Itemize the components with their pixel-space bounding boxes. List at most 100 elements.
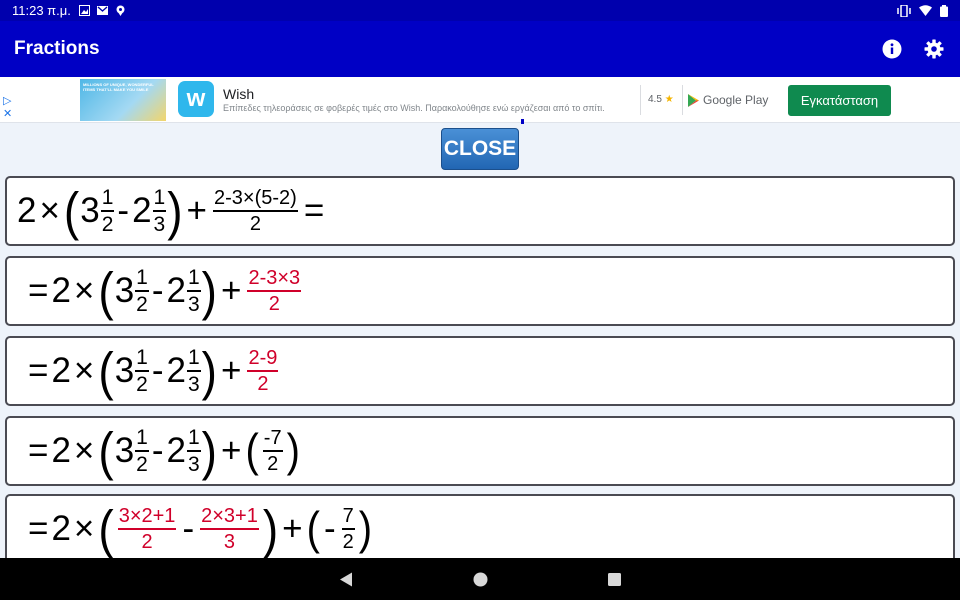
minus-sign: - [117, 191, 130, 230]
home-button[interactable] [472, 571, 488, 587]
wifi-icon [919, 5, 932, 16]
denominator: 2 [257, 373, 269, 395]
open-paren: ( [98, 261, 114, 321]
fraction: 13 [186, 346, 201, 396]
ad-banner[interactable]: ▷ ✕ MILLIONS OF UNIQUE, WONDERFUL ITEMS … [0, 77, 960, 124]
location-notification-icon [116, 5, 125, 16]
times-sign: × [39, 191, 60, 230]
number: 2 [51, 509, 71, 548]
close-paren: ) [201, 261, 217, 321]
solution-step: = 2 × ( 3 12 - 2 13 ) + 2-9 2 [5, 336, 955, 406]
mixed-number: 2 13 [167, 267, 201, 315]
recents-button[interactable] [606, 571, 622, 587]
whole-part: 3 [114, 351, 135, 390]
numerator: 1 [187, 426, 200, 449]
plus-sign: + [186, 191, 207, 230]
equals-sign: = [28, 431, 49, 470]
step-expression: 2 × ( 3 12 - 2 13 ) + 2-3×(5-2) 2 = [17, 178, 327, 244]
fraction: 13 [152, 187, 167, 236]
solution-step: = 2 × ( 3×2+1 2 - 2×3+1 3 ) + ( - 72 ) [5, 494, 955, 564]
home-icon [473, 572, 487, 586]
denominator: 2 [141, 531, 153, 553]
mixed-number: 2 13 [167, 347, 201, 395]
fraction: 13 [186, 266, 201, 315]
install-button[interactable]: Εγκατάσταση [788, 85, 891, 116]
numerator: 1 [136, 266, 148, 289]
denominator: 3 [153, 213, 166, 236]
recents-icon [607, 572, 621, 586]
plus-sign: + [221, 271, 242, 310]
close-button[interactable]: CLOSE [441, 128, 519, 170]
numerator: 1 [187, 266, 200, 289]
ad-banner-text: MILLIONS OF UNIQUE, WONDERFUL ITEMS THAT… [83, 82, 154, 92]
google-play-label: Google Play [703, 93, 769, 107]
minus-sign: - [323, 509, 336, 548]
mixed-number: 3 12 [115, 427, 149, 475]
solution-step: = 2 × ( 3 12 - 2 13 ) + ( -7 2 ) [5, 416, 955, 486]
fraction: 13 [186, 426, 201, 476]
mixed-number: 2 13 [167, 427, 201, 475]
settings-button[interactable] [922, 37, 946, 61]
close-paren: ) [286, 425, 300, 476]
number: 2 [51, 431, 71, 470]
number: 2 [51, 351, 71, 390]
denominator: 2 [267, 453, 279, 475]
gmail-notification-icon [96, 6, 108, 15]
minus-sign: - [182, 509, 195, 548]
ad-close-icon[interactable]: ✕ [3, 108, 15, 121]
whole-part: 3 [114, 271, 135, 310]
numerator: 7 [342, 505, 354, 527]
number: 2 [17, 191, 37, 230]
step-expression: = 2 × ( 3 12 - 2 13 ) + 2-3×3 2 [25, 258, 304, 324]
ad-app-name[interactable]: Wish [223, 86, 254, 102]
minus-sign: - [151, 271, 164, 310]
close-paren: ) [358, 503, 373, 554]
fraction: 12 [135, 267, 149, 315]
adchoices-glyph: ▷ [3, 95, 12, 107]
whole-part: 2 [166, 271, 186, 310]
equals-sign: = [303, 191, 325, 230]
highlighted-fraction: 3×2+1 2 [117, 506, 177, 553]
numerator: 2×3+1 [201, 505, 258, 527]
app-actions [880, 37, 946, 61]
mixed-number: 3 12 [115, 347, 149, 395]
fraction: 72 [341, 505, 355, 553]
info-button[interactable] [880, 37, 904, 61]
wish-logo[interactable]: w [178, 81, 214, 117]
app-bar: Fractions [0, 21, 960, 77]
close-paren: ) [201, 341, 217, 401]
mixed-number: 3 12 [80, 187, 115, 236]
mixed-number: 2 13 [132, 187, 167, 236]
whole-part: 3 [80, 191, 100, 230]
app-title: Fractions [14, 38, 100, 59]
status-bar: 11:23 π.μ. [0, 0, 960, 21]
back-button[interactable] [338, 571, 354, 587]
status-time: 11:23 π.μ. [12, 3, 71, 18]
whole-part: 2 [166, 431, 186, 470]
numerator: 1 [136, 426, 148, 449]
times-sign: × [73, 351, 95, 390]
numerator: 1 [187, 346, 200, 369]
denominator: 3 [187, 373, 200, 396]
plus-sign: + [221, 351, 242, 390]
gear-icon [924, 39, 944, 59]
open-paren: ( [306, 503, 320, 554]
denominator: 2 [249, 213, 261, 235]
ad-banner-image[interactable]: MILLIONS OF UNIQUE, WONDERFUL ITEMS THAT… [80, 79, 166, 121]
equals-sign: = [28, 509, 49, 548]
ad-indicator [521, 119, 524, 124]
denominator: 2 [101, 213, 114, 236]
denominator: 2 [136, 453, 148, 476]
denominator: 2 [342, 531, 354, 553]
status-right [897, 4, 948, 17]
step-expression: = 2 × ( 3 12 - 2 13 ) + 2-9 2 [25, 338, 281, 404]
image-notification-icon [78, 5, 90, 16]
equals-sign: = [28, 351, 49, 390]
adchoices-icon[interactable]: ▷ ✕ [3, 95, 15, 121]
numerator: 2-9 [248, 347, 278, 369]
highlighted-fraction: 2×3+1 3 [200, 506, 259, 552]
open-paren: ( [245, 425, 259, 476]
denominator: 2 [268, 293, 280, 315]
denominator: 3 [187, 453, 200, 476]
ad-divider [640, 85, 641, 115]
